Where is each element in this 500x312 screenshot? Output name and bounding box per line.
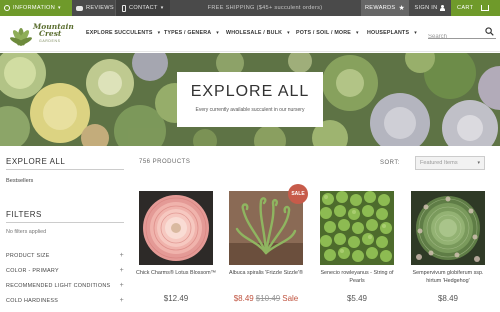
- chevron-down-icon: ▾: [414, 30, 417, 36]
- original-price: $10.49: [255, 294, 281, 303]
- phone-icon: [122, 4, 126, 12]
- plus-icon: +: [119, 267, 124, 274]
- nav-pots-soil-more[interactable]: POTS / SOIL / MORE ▾: [296, 30, 367, 36]
- rewards-label: REWARDS: [364, 5, 396, 11]
- signin-link[interactable]: SIGN IN: [409, 0, 451, 16]
- nav-types-genera[interactable]: TYPES / GENERA ▾: [164, 30, 226, 36]
- product-price: $8.49: [437, 294, 459, 303]
- chevron-down-icon: ▾: [216, 30, 219, 36]
- plus-icon: +: [119, 282, 124, 289]
- user-icon: [440, 5, 446, 11]
- filter-light-conditions[interactable]: RECOMMENDED LIGHT CONDITIONS +: [6, 282, 124, 289]
- logo-wordmark: Mountain Crest: [33, 22, 74, 38]
- chevron-down-icon: ▾: [356, 30, 359, 36]
- search-input[interactable]: [428, 30, 484, 44]
- product-count: 756 PRODUCTS: [139, 159, 191, 165]
- search-icon[interactable]: [485, 27, 494, 36]
- utility-bar: INFORMATION ▾ REVIEWS CONTACT ▾ FREE SHI…: [0, 0, 500, 16]
- product-card[interactable]: SALE Albuca spiralis 'Frizzle Sizzle'® $…: [229, 184, 309, 312]
- main-nav: EXPLORE SUCCULENTS ▾ TYPES / GENERA ▾ WHOL…: [86, 30, 423, 36]
- cart-button[interactable]: CART: [451, 0, 500, 16]
- product-card[interactable]: Senecio rowleyanus - String of Pearls $5…: [320, 188, 400, 312]
- information-label: INFORMATION: [13, 5, 56, 11]
- shipping-banner[interactable]: FREE SHIPPING ($45+ succulent orders): [170, 0, 360, 16]
- contact-label: CONTACT: [129, 5, 158, 11]
- logo-plant-icon: [10, 28, 32, 46]
- filter-product-size[interactable]: PRODUCT SIZE +: [6, 252, 124, 259]
- sort-label: SORT:: [380, 160, 401, 166]
- sort-dropdown[interactable]: Featured Items ▾: [415, 156, 485, 170]
- product-card[interactable]: Chick Charms® Lotus Blossom™ $12.49: [136, 188, 219, 312]
- hero-banner: EXPLORE ALL Every currently available su…: [0, 53, 500, 146]
- chevron-down-icon: ▾: [157, 30, 161, 36]
- product-image[interactable]: [411, 191, 485, 265]
- rewards-link[interactable]: REWARDS ★: [361, 0, 409, 16]
- page-subtitle: Every currently available succulent in o…: [195, 107, 305, 113]
- sale-price: $8.49: [233, 294, 254, 303]
- chevron-down-icon: ▾: [287, 30, 290, 36]
- product-name[interactable]: Albuca spiralis 'Frizzle Sizzle'®: [225, 270, 307, 278]
- plus-icon: +: [119, 297, 124, 304]
- star-icon: ★: [398, 5, 406, 12]
- sale-label: Sale: [282, 294, 299, 303]
- sale-badge: SALE: [288, 184, 308, 204]
- product-price: $5.49: [346, 294, 368, 303]
- info-icon: [4, 5, 10, 11]
- shipping-text: FREE SHIPPING ($45+ succulent orders): [207, 5, 323, 11]
- product-price: $8.49 $10.49 Sale: [229, 294, 303, 303]
- site-logo[interactable]: Mountain Crest GARDENS: [6, 19, 76, 49]
- filter-cold-hardiness[interactable]: COLD HARDINESS +: [6, 297, 124, 304]
- reviews-label: REVIEWS: [86, 5, 114, 11]
- chevron-down-icon: ▾: [58, 5, 61, 11]
- product-name[interactable]: Sempervivum globiferum ssp. hirtum 'Hedg…: [407, 270, 489, 285]
- contact-menu[interactable]: CONTACT ▾: [116, 0, 170, 16]
- product-name[interactable]: Senecio rowleyanus - String of Pearls: [316, 270, 398, 285]
- page-title: EXPLORE ALL: [190, 83, 310, 100]
- chevron-down-icon: ▾: [160, 5, 164, 11]
- explore-heading: EXPLORE ALL: [6, 157, 124, 170]
- chevron-down-icon: ▾: [477, 160, 480, 166]
- product-image[interactable]: [139, 191, 213, 265]
- plus-icon: +: [119, 252, 124, 259]
- nav-houseplants[interactable]: HOUSEPLANTS ▾: [367, 30, 423, 36]
- search-box: [428, 25, 496, 44]
- product-price: $12.49: [163, 294, 189, 303]
- logo-subtitle: GARDENS: [39, 39, 61, 43]
- nav-explore-succulents[interactable]: EXPLORE SUCCULENTS ▾: [86, 30, 164, 36]
- filters-panel: FILTERS No filters applied: [6, 210, 124, 235]
- signin-label: SIGN IN: [414, 5, 438, 11]
- filter-color-primary[interactable]: COLOR - PRIMARY +: [6, 267, 124, 274]
- product-card[interactable]: Sempervivum globiferum ssp. hirtum 'Hedg…: [411, 188, 491, 312]
- information-menu[interactable]: INFORMATION ▾: [0, 0, 72, 16]
- nav-wholesale-bulk[interactable]: WHOLESALE / BULK ▾: [226, 30, 296, 36]
- chat-icon: [76, 5, 83, 11]
- no-filters-note: No filters applied: [6, 229, 47, 235]
- product-image[interactable]: [320, 191, 394, 265]
- sort-value: Featured Items: [420, 160, 458, 166]
- cart-label: CART: [457, 5, 474, 11]
- cart-icon: [481, 5, 490, 11]
- sidebar-item-bestsellers[interactable]: Bestsellers: [6, 178, 124, 184]
- main-header: Mountain Crest GARDENS EXPLORE SUCCULENT…: [0, 16, 500, 52]
- category-sidebar: EXPLORE ALL Bestsellers: [6, 157, 124, 184]
- filters-heading: FILTERS: [6, 210, 124, 223]
- product-name[interactable]: Chick Charms® Lotus Blossom™: [135, 270, 217, 278]
- hero-card: EXPLORE ALL Every currently available su…: [177, 72, 323, 127]
- reviews-link[interactable]: REVIEWS: [72, 0, 116, 16]
